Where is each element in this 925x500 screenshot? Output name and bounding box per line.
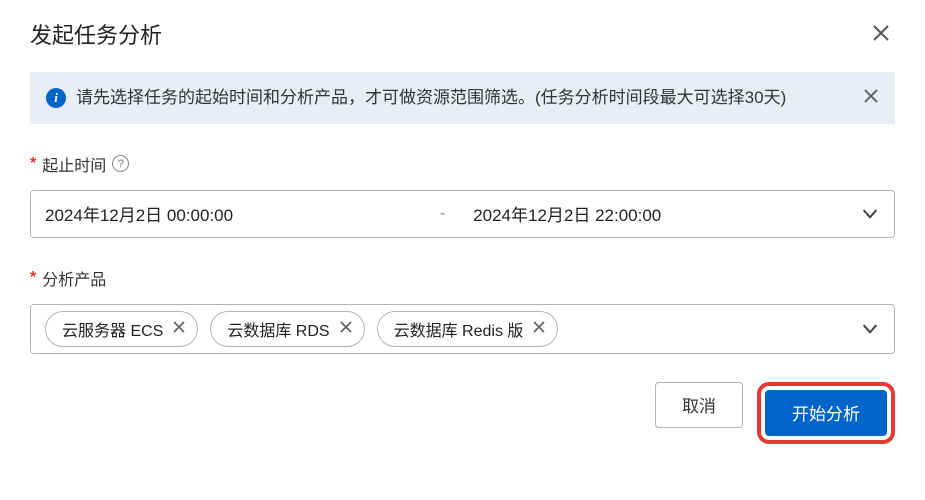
product-tag-label: 云数据库 RDS (227, 317, 329, 341)
time-range-start: 2024年12月2日 00:00:00 (45, 201, 432, 226)
time-range-label: * 起止时间 ? (30, 152, 895, 176)
info-banner: i 请先选择任务的起始时间和分析产品，才可做资源范围筛选。(任务分析时间段最大可… (30, 72, 895, 124)
time-range-field: * 起止时间 ? 2024年12月2日 00:00:00 - 2024年12月2… (30, 152, 895, 238)
info-banner-text: 请先选择任务的起始时间和分析产品，才可做资源范围筛选。(任务分析时间段最大可选择… (76, 86, 786, 110)
product-tag-label: 云数据库 Redis 版 (394, 317, 524, 341)
help-icon[interactable]: ? (112, 155, 129, 172)
product-tag: 云数据库 Redis 版 (377, 311, 559, 347)
dialog-footer: 取消 开始分析 (30, 382, 895, 444)
products-field: * 分析产品 云服务器 ECS 云数据库 RDS 云数据库 Re (30, 266, 895, 354)
products-label: * 分析产品 (30, 266, 895, 290)
cancel-button[interactable]: 取消 (655, 382, 743, 428)
tag-remove-icon[interactable] (173, 321, 185, 336)
required-indicator: * (30, 155, 36, 173)
submit-button[interactable]: 开始分析 (765, 390, 887, 436)
tag-remove-icon[interactable] (533, 321, 545, 336)
chevron-down-icon (860, 319, 880, 339)
product-tag: 云服务器 ECS (45, 311, 198, 347)
tag-remove-icon[interactable] (340, 321, 352, 336)
selected-tags: 云服务器 ECS 云数据库 RDS 云数据库 Redis 版 (45, 311, 848, 347)
dialog-header: 发起任务分析 (30, 18, 895, 50)
time-range-input[interactable]: 2024年12月2日 00:00:00 - 2024年12月2日 22:00:0… (30, 190, 895, 238)
products-select[interactable]: 云服务器 ECS 云数据库 RDS 云数据库 Redis 版 (30, 304, 895, 354)
chevron-down-icon (860, 204, 880, 224)
product-tag-label: 云服务器 ECS (62, 317, 163, 341)
close-icon[interactable] (867, 19, 895, 49)
required-indicator: * (30, 269, 36, 287)
product-tag: 云数据库 RDS (210, 311, 364, 347)
banner-close-icon[interactable] (863, 88, 879, 108)
task-analysis-dialog: 发起任务分析 i 请先选择任务的起始时间和分析产品，才可做资源范围筛选。(任务分… (0, 0, 925, 468)
submit-highlight: 开始分析 (757, 382, 895, 444)
time-range-end: 2024年12月2日 22:00:00 (453, 201, 860, 226)
time-range-separator: - (432, 205, 453, 223)
products-label-text: 分析产品 (42, 266, 106, 290)
info-icon: i (46, 88, 66, 108)
time-range-label-text: 起止时间 (42, 152, 106, 176)
dialog-title: 发起任务分析 (30, 18, 162, 50)
